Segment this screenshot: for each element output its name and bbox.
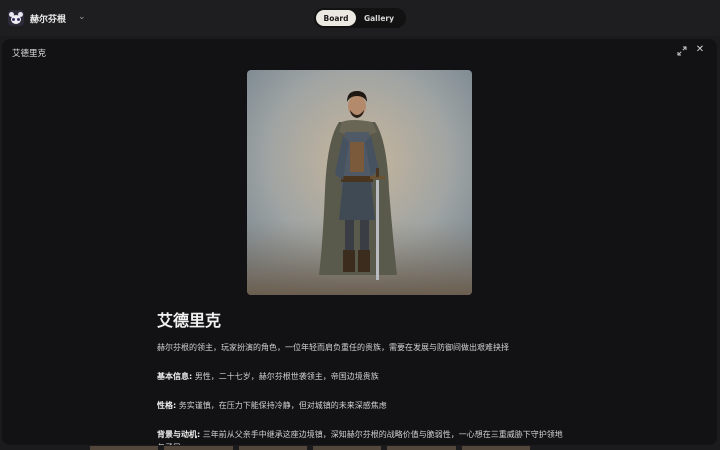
expand-icon[interactable]: [677, 46, 687, 56]
background-gallery-strip: [90, 446, 530, 450]
basic-info-text: 男性，二十七岁，赫尔芬根世袭领主，帝国边境贵族: [192, 372, 379, 381]
character-name: 艾德里克: [157, 311, 222, 330]
personality-section: 性格: 务实谨慎，在压力下能保持冷静，但对城镇的未来深感焦虑: [157, 399, 567, 412]
background-label: 背景与动机:: [157, 430, 201, 439]
top-bar: 赫尔芬根 ⌄ Board Gallery: [0, 0, 720, 36]
character-details: 艾德里克 赫尔芬根的领主，玩家扮演的角色，一位年轻而肩负重任的贵族，需要在发展与…: [157, 307, 567, 445]
brand-name: 赫尔芬根: [30, 14, 67, 25]
app-logo-icon: [8, 10, 24, 26]
brand-switcher[interactable]: 赫尔芬根 ⌄: [8, 9, 86, 27]
background-text: 三年前从父亲手中继承这座边境镇，深知赫尔芬根的战略价值与脆弱性，一心想在三重威胁…: [157, 430, 563, 445]
character-summary: 赫尔芬根的领主，玩家扮演的角色，一位年轻而肩负重任的贵族，需要在发展与防御间做出…: [157, 343, 509, 352]
basic-info-section: 基本信息: 男性，二十七岁，赫尔芬根世袭领主，帝国边境贵族: [157, 370, 567, 383]
basic-info-label: 基本信息:: [157, 372, 193, 381]
character-portrait: [247, 70, 472, 295]
background-section: 背景与动机: 三年前从父亲手中继承这座边境镇，深知赫尔芬根的战略价值与脆弱性，一…: [157, 428, 567, 445]
modal-title: 艾德里克: [12, 49, 47, 59]
gallery-toggle-button[interactable]: Gallery: [356, 10, 402, 26]
personality-label: 性格:: [157, 401, 177, 410]
character-modal: 艾德里克 ✕ 艾德里克 赫尔芬根的领主，玩家扮演的角色，一位年轻而肩负重任的贵族…: [2, 39, 717, 445]
personality-text: 务实谨慎，在压力下能保持冷静，但对城镇的未来深感焦虑: [176, 401, 387, 410]
chevron-down-icon[interactable]: ⌄: [78, 12, 86, 22]
board-toggle-button[interactable]: Board: [316, 10, 356, 26]
close-icon[interactable]: ✕: [695, 45, 705, 55]
view-toggle: Board Gallery: [314, 8, 406, 28]
